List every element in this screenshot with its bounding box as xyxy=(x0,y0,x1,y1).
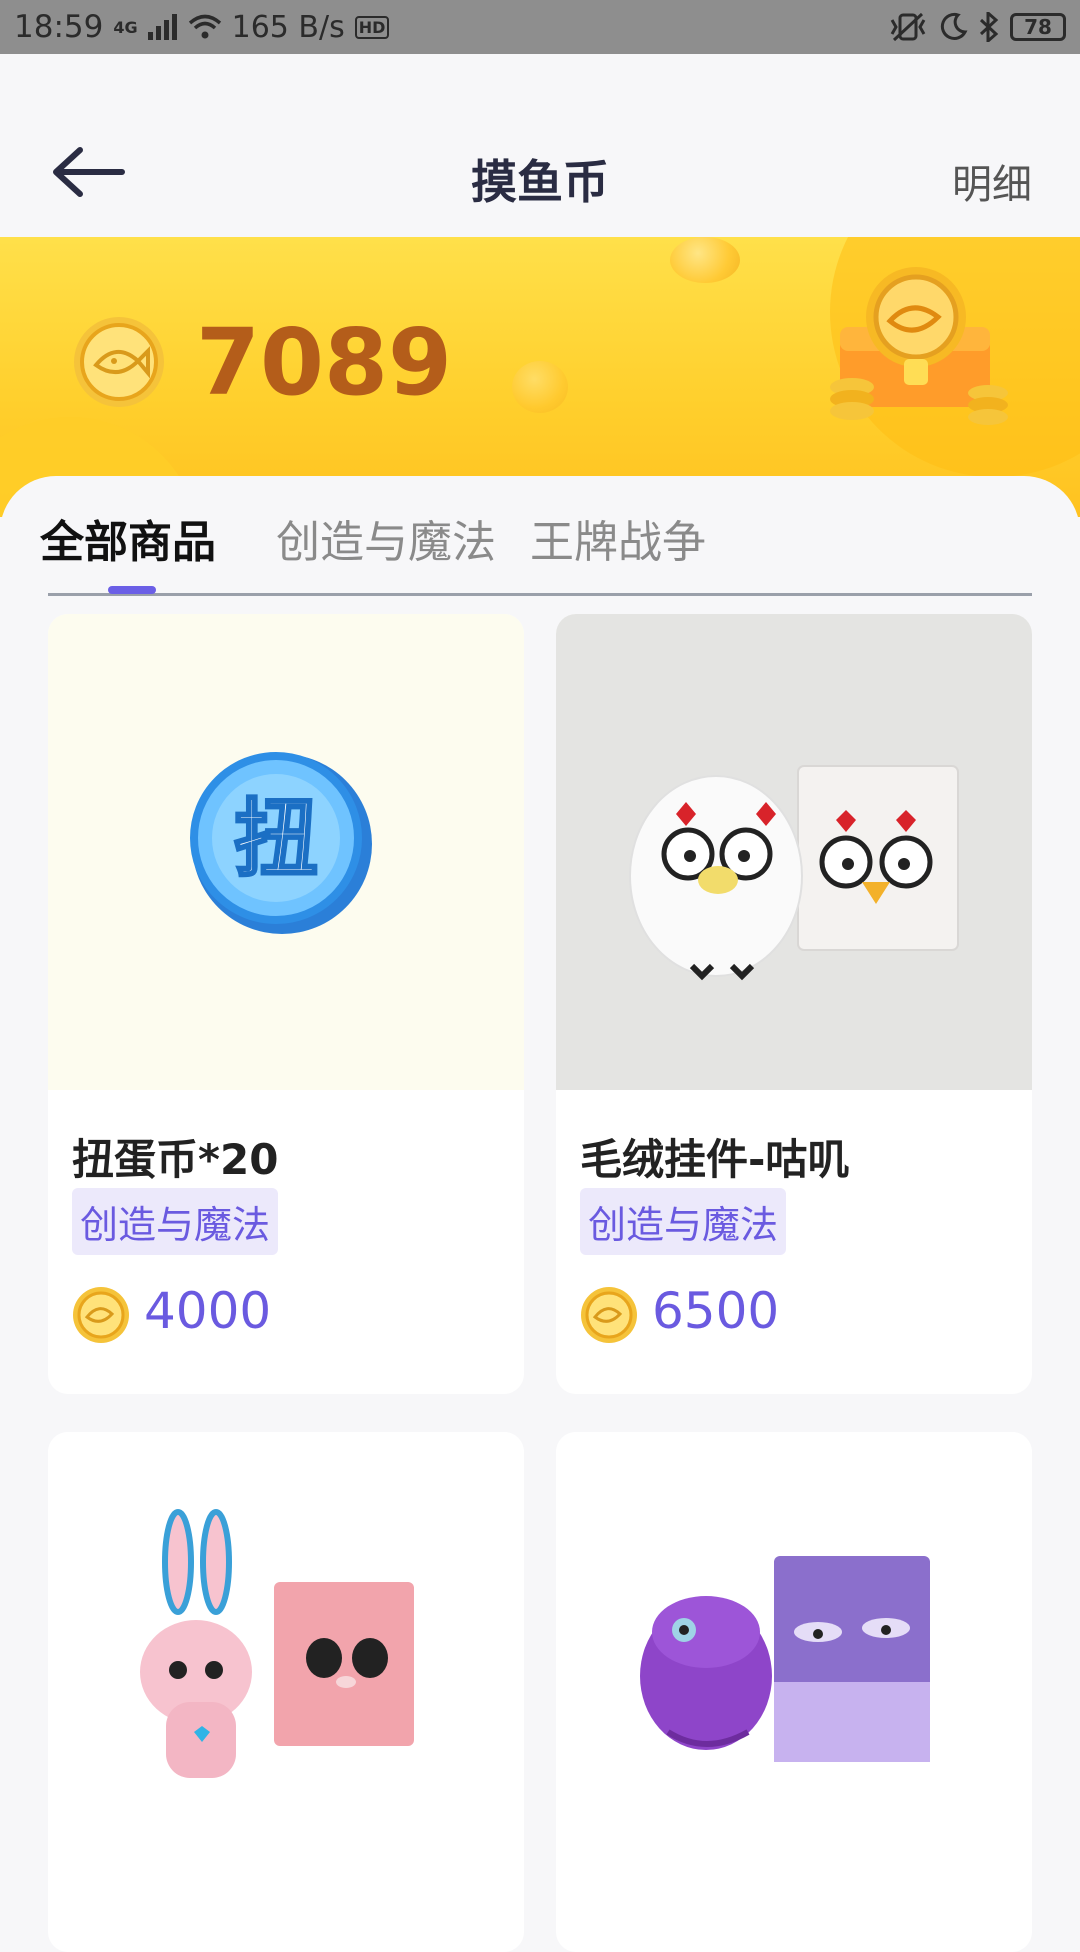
moon-icon xyxy=(940,12,968,40)
category-tabs: 全部商品 创造与魔法 王牌战争 xyxy=(40,506,1032,596)
coin-balance: 7089 xyxy=(196,309,453,416)
tab-all-products[interactable]: 全部商品 xyxy=(40,506,216,570)
blue-token-icon: 扭 xyxy=(190,752,372,934)
balance-banner: 7089 xyxy=(0,237,1080,517)
page-title: 摸鱼币 xyxy=(471,155,609,209)
hd-icon: HD xyxy=(354,15,390,39)
product-card[interactable] xyxy=(48,1432,524,1952)
battery-icon: 78 xyxy=(1010,13,1066,41)
product-name: 毛绒挂件-咕叽 xyxy=(580,1135,850,1184)
decorative-coin-icon xyxy=(512,361,568,413)
product-price: 6500 xyxy=(652,1282,780,1340)
battery-level: 78 xyxy=(1024,15,1052,39)
tab-creation-magic[interactable]: 创造与魔法 xyxy=(276,506,496,570)
product-image xyxy=(556,614,1032,1090)
treasure-chest-icon xyxy=(830,267,1008,425)
tab-ace-war[interactable]: 王牌战争 xyxy=(530,506,706,570)
status-bar: 18:59 4G 165 B/s HD 78 xyxy=(0,0,1080,54)
product-image xyxy=(48,1432,524,1908)
product-tag: 创造与魔法 xyxy=(72,1188,279,1255)
product-price: 4000 xyxy=(144,1282,272,1340)
signal-icon xyxy=(147,14,177,40)
wifi-icon xyxy=(188,14,221,39)
detail-button[interactable]: 明细 xyxy=(952,152,1032,210)
product-name: 扭蛋币*20 xyxy=(72,1135,279,1184)
pink-bunny-plush xyxy=(140,1509,414,1778)
network-type: 4G xyxy=(113,17,138,37)
active-tab-indicator xyxy=(108,586,156,594)
product-tag: 创造与魔法 xyxy=(580,1188,787,1255)
network-speed: 165 B/s xyxy=(231,9,345,45)
product-panel: 全部商品 创造与魔法 王牌战争 扭 扭蛋币*20 创造与魔法 4000 毛绒挂件… xyxy=(0,476,1080,1952)
tab-divider xyxy=(48,593,1032,596)
fish-coin-icon xyxy=(73,1287,129,1343)
status-time: 18:59 xyxy=(14,9,104,45)
vibrate-icon xyxy=(890,12,926,42)
product-image xyxy=(556,1432,1032,1908)
product-card[interactable] xyxy=(556,1432,1032,1952)
product-card[interactable]: 扭 扭蛋币*20 创造与魔法 4000 xyxy=(48,614,524,1394)
token-glyph: 扭 xyxy=(234,790,318,888)
fish-coin-icon xyxy=(581,1287,637,1343)
white-bird-plush xyxy=(629,765,959,981)
decorative-coin-icon xyxy=(670,237,740,283)
product-image: 扭 xyxy=(48,614,524,1090)
bluetooth-icon xyxy=(979,12,999,42)
product-card[interactable]: 毛绒挂件-咕叽 创造与魔法 6500 xyxy=(556,614,1032,1394)
app-header: 摸鱼币 明细 xyxy=(0,54,1080,237)
purple-dino-plush xyxy=(640,1556,930,1762)
fish-coin-icon xyxy=(74,317,164,407)
